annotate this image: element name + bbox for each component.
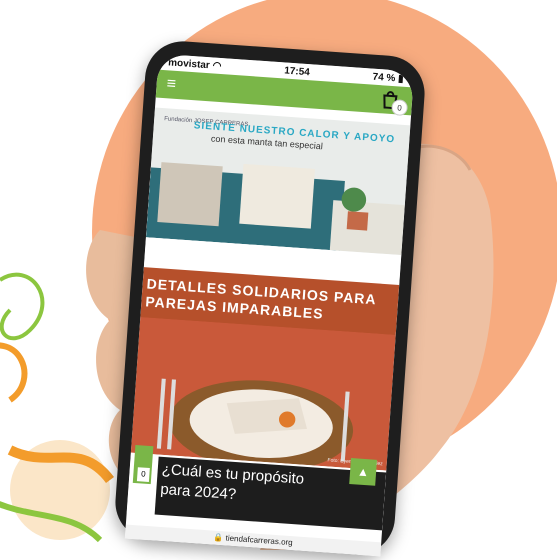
phone-screen: movistar ◠ 17:54 74 % ▮ ≡ 0 Fundación JO…	[124, 53, 415, 557]
battery-icon: ▮	[397, 72, 405, 85]
cart-button[interactable]: 0	[379, 88, 409, 117]
battery-level: 74 %	[372, 71, 396, 84]
chevron-up-icon: ▲	[356, 464, 370, 480]
carrier-name: movistar	[167, 56, 211, 71]
banner-couples[interactable]: DETALLES SOLIDARIOS PARA PAREJAS IMPARAB…	[130, 267, 400, 471]
wifi-icon: ◠	[212, 59, 222, 72]
phone-frame: movistar ◠ 17:54 74 % ▮ ≡ 0 Fundación JO…	[112, 38, 428, 558]
banner-blanket[interactable]: Fundación JOSEP CARRERAS SIENTE NUESTRO …	[145, 107, 411, 256]
lock-icon: 🔒	[213, 532, 224, 543]
table-setting-photo	[130, 317, 396, 471]
scroll-to-top-button[interactable]: ▲	[349, 458, 377, 486]
url-text: tiendafcarreras.org	[225, 533, 293, 548]
banner-title-couples: DETALLES SOLIDARIOS PARA PAREJAS IMPARAB…	[145, 275, 377, 326]
cart-count-badge: 0	[391, 99, 409, 117]
battery: 74 % ▮	[372, 71, 404, 84]
side-cart-count: 0	[136, 467, 150, 482]
carrier: movistar ◠	[168, 57, 222, 72]
hamburger-menu-icon[interactable]: ≡	[166, 75, 177, 93]
clock: 17:54	[283, 64, 311, 78]
